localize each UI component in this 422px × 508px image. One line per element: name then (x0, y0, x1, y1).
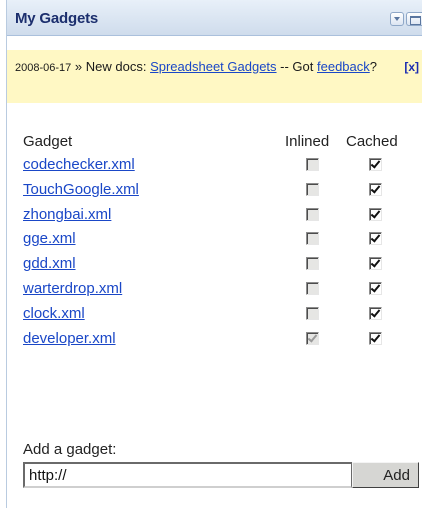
inlined-checkbox (306, 331, 319, 345)
my-gadgets-panel: My Gadgets 2008-06-17 » New docs: Spread… (6, 0, 422, 508)
gadget-url-input[interactable] (23, 462, 352, 488)
news-banner: 2008-06-17 » New docs: Spreadsheet Gadge… (7, 50, 422, 103)
table-row: gdd.xml (7, 255, 422, 280)
header-inlined: Inlined (285, 133, 330, 150)
inlined-checkbox (306, 232, 319, 246)
table-row: developer.xml (7, 330, 422, 355)
cached-checkbox[interactable] (369, 281, 382, 295)
spreadsheet-gadgets-link[interactable]: Spreadsheet Gadgets (150, 59, 276, 74)
inlined-checkbox (306, 281, 319, 295)
cached-checkbox[interactable] (369, 182, 382, 196)
cached-checkbox[interactable] (369, 257, 382, 271)
gadget-link[interactable]: codechecker.xml (23, 156, 135, 173)
gadget-table: Gadget Inlined Cached codechecker.xml Tou… (7, 133, 422, 354)
inlined-checkbox (306, 306, 319, 320)
cached-checkbox[interactable] (369, 232, 382, 246)
header-gadget: Gadget (23, 133, 73, 150)
inlined-checkbox (306, 158, 319, 171)
cached-checkbox[interactable] (369, 306, 382, 320)
table-row: codechecker.xml (7, 156, 422, 181)
news-suffix: ? (369, 59, 377, 74)
table-row: zhongbai.xml (7, 206, 422, 231)
cached-checkbox[interactable] (369, 158, 382, 171)
table-row: gge.xml (7, 230, 422, 255)
table-row: clock.xml (7, 305, 422, 330)
table-row: TouchGoogle.xml (7, 181, 422, 206)
gadget-link[interactable]: zhongbai.xml (23, 206, 111, 223)
add-gadget-button[interactable]: Add (352, 462, 419, 488)
feedback-link[interactable]: feedback (317, 59, 370, 74)
inlined-checkbox (306, 207, 319, 221)
cached-checkbox[interactable] (369, 207, 382, 221)
panel-titlebar: My Gadgets (7, 0, 422, 36)
cached-checkbox[interactable] (369, 331, 382, 345)
header-cached: Cached (346, 133, 398, 150)
maximize-icon[interactable] (406, 12, 422, 26)
panel-title: My Gadgets (15, 10, 99, 27)
news-date: 2008-06-17 (15, 62, 72, 74)
close-news-button[interactable]: [x] (404, 58, 419, 76)
news-separator: » (71, 59, 86, 74)
gadget-link[interactable]: clock.xml (23, 305, 85, 322)
table-row: warterdrop.xml (7, 280, 422, 305)
news-middle: -- Got (276, 59, 317, 74)
gadget-link[interactable]: gge.xml (23, 230, 76, 247)
gadget-link[interactable]: TouchGoogle.xml (23, 181, 139, 198)
add-gadget-label: Add a gadget: (23, 441, 117, 458)
gadget-link[interactable]: gdd.xml (23, 255, 76, 272)
gadget-link[interactable]: warterdrop.xml (23, 280, 122, 297)
inlined-checkbox (306, 182, 319, 196)
gadget-link[interactable]: developer.xml (23, 330, 116, 347)
collapse-icon[interactable] (390, 12, 404, 26)
table-header: Gadget Inlined Cached (7, 133, 422, 156)
inlined-checkbox (306, 257, 319, 271)
news-prefix: New docs: (85, 59, 151, 74)
